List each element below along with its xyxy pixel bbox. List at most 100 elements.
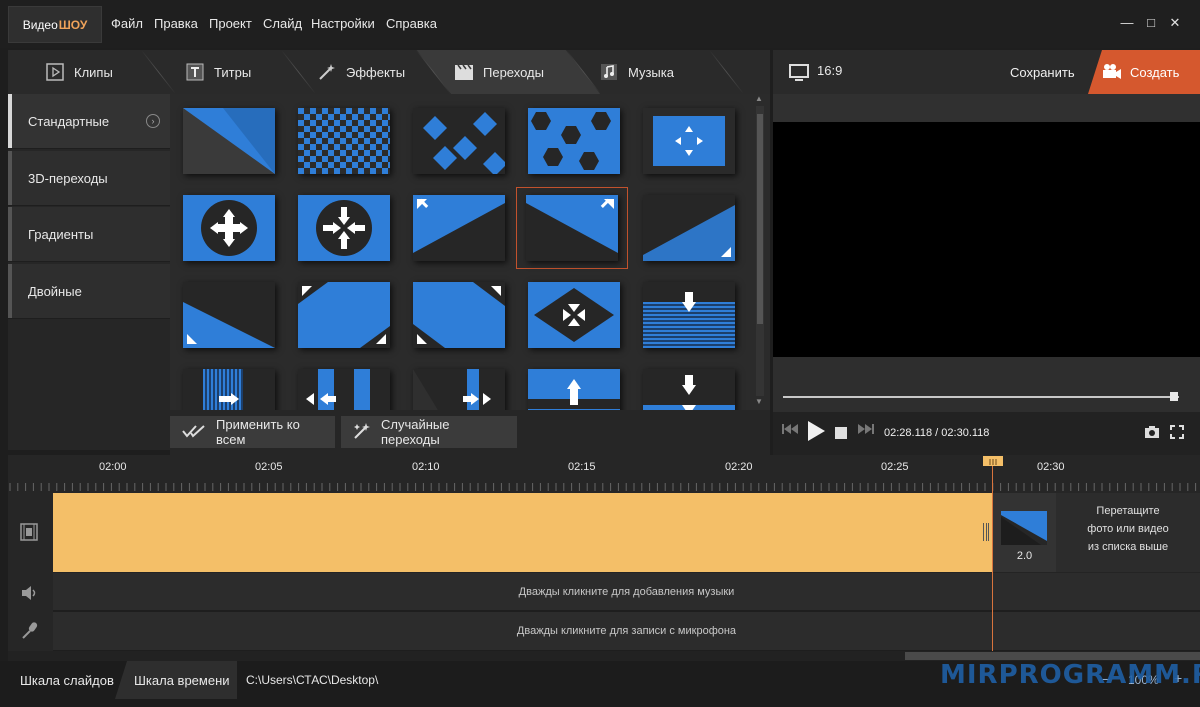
- title-bar: Видео ШОУ Файл Правка Проект Слайд Настро…: [0, 0, 1200, 48]
- transition-thumb-wipe-bottomleft[interactable]: [183, 282, 275, 348]
- close-button[interactable]: ✕: [1166, 14, 1184, 32]
- tab-time-scale[interactable]: Шкала времени: [122, 661, 242, 699]
- transition-thumb-vertical-bars[interactable]: [183, 369, 275, 410]
- minimize-button[interactable]: —: [1118, 14, 1136, 32]
- snapshot-icon[interactable]: [1144, 425, 1160, 442]
- transition-thumb-bar-right[interactable]: [413, 369, 505, 410]
- tab-titles[interactable]: Титры: [184, 50, 251, 94]
- scrollbar-thumb[interactable]: [905, 652, 1200, 660]
- playback-controls: 02:28.118 / 02:30.118: [773, 412, 1200, 455]
- app-logo: Видео ШОУ: [8, 6, 102, 43]
- tab-label: Эффекты: [346, 64, 406, 80]
- category-gradients[interactable]: Градиенты: [8, 207, 170, 262]
- apply-all-button[interactable]: Применить ко всем: [170, 416, 335, 448]
- scroll-down-icon[interactable]: ▼: [755, 397, 763, 406]
- preview-toolbar: 16:9 Сохранить Создать: [773, 50, 1200, 94]
- scroll-up-icon[interactable]: ▲: [755, 94, 763, 103]
- play-button[interactable]: [806, 420, 826, 445]
- magic-wand-icon: [353, 422, 373, 442]
- transition-thumb-split-horizontal[interactable]: [298, 369, 390, 410]
- microphone-track[interactable]: Дважды кликните для записи с микрофона: [53, 612, 1200, 650]
- transition-slot[interactable]: 2.0: [993, 493, 1056, 572]
- magic-wand-icon: [316, 61, 338, 83]
- transition-thumb-wipe-bottomright[interactable]: [643, 195, 735, 261]
- clip-trim-handle[interactable]: [983, 523, 989, 541]
- mic-track-hint: Дважды кликните для записи с микрофона: [516, 625, 737, 637]
- category-indicator: [8, 207, 12, 261]
- category-indicator: [8, 151, 12, 205]
- transition-thumb-wipe-topleft[interactable]: [413, 195, 505, 261]
- timecode: 02:28.118 / 02:30.118: [884, 427, 990, 439]
- tab-separator: [140, 50, 177, 94]
- video-clip[interactable]: [53, 493, 993, 572]
- grid-scrollbar[interactable]: [756, 106, 764, 396]
- music-track[interactable]: Дважды кликните для добавления музыки: [53, 573, 1200, 611]
- drop-hint-line: фото или видео: [1087, 523, 1169, 535]
- progress-track[interactable]: [783, 396, 1179, 398]
- category-double[interactable]: Двойные: [8, 264, 170, 319]
- category-3d[interactable]: 3D-переходы: [8, 151, 170, 206]
- transition-thumb-diagonal-band[interactable]: [298, 282, 390, 348]
- tab-clips[interactable]: Клипы: [44, 50, 113, 94]
- random-transitions-label: Случайные переходы: [381, 417, 450, 447]
- tab-label: Переходы: [483, 64, 544, 80]
- stop-button[interactable]: [835, 426, 847, 442]
- category-standard[interactable]: Стандартные ›: [8, 94, 170, 149]
- transition-thumb-slide-up[interactable]: [528, 369, 620, 410]
- save-button[interactable]: Сохранить: [1010, 65, 1075, 80]
- project-path: C:\Users\СТАС\Desktop\: [246, 673, 379, 687]
- create-label: Создать: [1130, 64, 1180, 80]
- preview-progress[interactable]: [773, 357, 1200, 412]
- menu-help[interactable]: Справка: [386, 16, 437, 31]
- tab-label: Клипы: [74, 64, 113, 80]
- transition-thumb-hexagons[interactable]: [528, 108, 620, 174]
- skip-forward-icon[interactable]: [857, 422, 875, 439]
- aspect-ratio-selector[interactable]: 16:9: [789, 63, 843, 81]
- tab-music[interactable]: Музыка: [598, 50, 674, 94]
- random-transitions-button[interactable]: Случайные переходы: [341, 416, 517, 448]
- transition-thumb-diamond-blocks[interactable]: [413, 108, 505, 174]
- transition-thumb-checker[interactable]: [298, 108, 390, 174]
- progress-handle[interactable]: [1169, 392, 1178, 401]
- skip-back-icon[interactable]: [781, 422, 799, 439]
- transition-thumb-blinds-down[interactable]: [643, 282, 735, 348]
- clapperboard-icon: [453, 61, 475, 83]
- maximize-button[interactable]: □: [1142, 14, 1160, 32]
- transition-duration: 2.0: [1016, 550, 1033, 562]
- menu-settings[interactable]: Настройки: [311, 16, 375, 31]
- speaker-icon: [21, 585, 39, 604]
- create-button[interactable]: Создать: [1088, 50, 1200, 94]
- play-icon: [44, 61, 66, 83]
- film-icon: [20, 523, 38, 544]
- menu-slide[interactable]: Слайд: [263, 16, 302, 31]
- tab-separator: [280, 50, 317, 94]
- transition-thumb-wipe-topright[interactable]: [526, 195, 618, 261]
- tab-effects[interactable]: Эффекты: [316, 50, 405, 94]
- transition-thumb-diamond-shrink[interactable]: [528, 282, 620, 348]
- transition-thumb-diagonal-fade[interactable]: [183, 108, 275, 174]
- transition-thumb-slide-down[interactable]: [643, 369, 735, 410]
- menu-project[interactable]: Проект: [209, 16, 252, 31]
- tab-transitions[interactable]: Переходы: [453, 50, 544, 94]
- transition-thumb-circle-expand[interactable]: [183, 195, 275, 261]
- preview-header-strip: [773, 94, 1200, 122]
- playhead-handle[interactable]: [983, 456, 1003, 466]
- timeline-ruler[interactable]: 02:00 02:05 02:10 02:15 02:20 02:25 02:3…: [8, 455, 1200, 493]
- menu-edit[interactable]: Правка: [154, 16, 198, 31]
- menu-file[interactable]: Файл: [111, 16, 143, 31]
- apply-all-label: Применить ко всем: [216, 417, 300, 447]
- music-note-icon: [598, 61, 620, 83]
- aspect-ratio-label: 16:9: [817, 63, 843, 78]
- tab-label: Титры: [214, 64, 252, 80]
- category-indicator: [8, 94, 12, 148]
- drop-hint[interactable]: Перетащите фото или видео из списка выше: [1056, 493, 1200, 572]
- microphone-icon: [21, 621, 39, 642]
- scrollbar-thumb[interactable]: [757, 114, 763, 324]
- fullscreen-icon[interactable]: [1170, 425, 1184, 442]
- transition-thumb-zoom-out[interactable]: [643, 108, 735, 174]
- tab-slide-scale[interactable]: Шкала слайдов: [8, 661, 126, 699]
- ruler-label: 02:15: [568, 461, 596, 473]
- transition-thumb-diagonal-split[interactable]: [413, 282, 505, 348]
- transition-thumb-circle-shrink[interactable]: [298, 195, 390, 261]
- grid-actions: Применить ко всем Случайные переходы: [170, 410, 770, 455]
